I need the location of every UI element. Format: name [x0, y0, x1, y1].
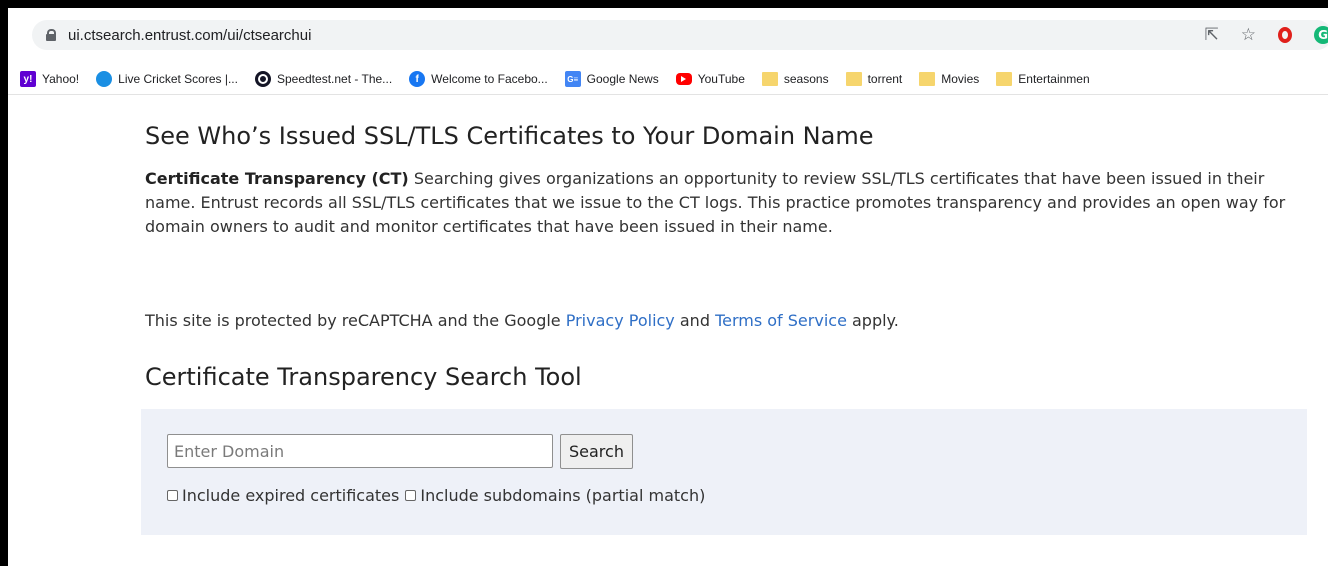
bookmark-star-icon[interactable]: ☆ — [1241, 25, 1256, 45]
bookmark-label: Speedtest.net - The... — [276, 72, 393, 86]
intro-bold: Certificate Transparency (CT) — [145, 169, 409, 188]
folder-icon — [845, 72, 862, 86]
tool-title: Certificate Transparency Search Tool — [145, 363, 582, 391]
bookmark-item[interactable]: seasons — [761, 72, 829, 86]
bookmark-item[interactable]: YouTube — [675, 72, 745, 86]
google-news-icon: G≡ — [564, 71, 581, 87]
bookmark-label: Yahoo! — [42, 72, 80, 86]
page-title: See Who’s Issued SSL/TLS Certificates to… — [145, 122, 874, 150]
expired-checkbox[interactable] — [167, 490, 178, 501]
search-button[interactable]: Search — [560, 434, 633, 469]
youtube-icon — [675, 73, 692, 85]
bookmark-label: Live Cricket Scores |... — [118, 72, 238, 86]
bookmark-item[interactable]: Live Cricket Scores |... — [96, 71, 238, 87]
subdomains-checkbox[interactable] — [405, 490, 417, 501]
grammarly-icon[interactable]: G — [1314, 26, 1328, 44]
bookmark-label: YouTube — [697, 72, 745, 86]
bookmark-label: Welcome to Facebo... — [431, 72, 548, 86]
facebook-icon: f — [409, 71, 426, 87]
lock-icon[interactable] — [46, 29, 56, 41]
recaptcha-notice: This site is protected by reCAPTCHA and … — [145, 309, 1295, 333]
expired-label[interactable]: Include expired certificates — [182, 486, 399, 505]
recaptcha-and: and — [674, 311, 716, 330]
domain-input[interactable] — [167, 434, 553, 468]
bookmark-label: torrent — [867, 72, 903, 86]
bookmark-item[interactable]: torrent — [845, 72, 903, 86]
search-options: Include expired certificates Include sub… — [167, 486, 711, 505]
bookmark-item[interactable]: Entertainmen — [996, 72, 1090, 86]
page-content: See Who’s Issued SSL/TLS Certificates to… — [8, 95, 1328, 566]
search-panel: Search Include expired certificates Incl… — [141, 409, 1307, 535]
address-bar-row: ui.ctsearch.entrust.com/ui/ctsearchui ⇱ … — [8, 8, 1328, 64]
cricket-icon — [96, 71, 113, 87]
bookmark-label: seasons — [783, 72, 829, 86]
subdomains-label[interactable]: Include subdomains (partial match) — [420, 486, 705, 505]
bookmark-label: Google News — [586, 72, 659, 86]
yahoo-icon: y! — [20, 71, 36, 87]
bookmark-item[interactable]: Speedtest.net - The... — [254, 71, 393, 87]
bookmark-label: Entertainmen — [1018, 72, 1090, 86]
recaptcha-suffix: apply. — [846, 311, 899, 330]
browser-window: ui.ctsearch.entrust.com/ui/ctsearchui ⇱ … — [8, 8, 1328, 566]
speedtest-icon — [254, 71, 271, 87]
bookmark-item[interactable]: G≡ Google News — [564, 71, 659, 87]
bookmark-label: Movies — [941, 72, 980, 86]
terms-of-service-link[interactable]: Terms of Service — [715, 311, 847, 330]
omnibox[interactable]: ui.ctsearch.entrust.com/ui/ctsearchui ⇱ … — [32, 20, 1328, 50]
bookmark-item[interactable]: f Welcome to Facebo... — [409, 71, 548, 87]
recaptcha-prefix: This site is protected by reCAPTCHA and … — [145, 311, 566, 330]
folder-icon — [761, 72, 778, 86]
intro-paragraph: Certificate Transparency (CT) Searching … — [145, 167, 1295, 239]
bookmark-item[interactable]: Movies — [919, 72, 979, 86]
privacy-policy-link[interactable]: Privacy Policy — [566, 311, 675, 330]
bookmark-item[interactable]: y! Yahoo! — [20, 71, 79, 87]
opera-icon[interactable] — [1278, 27, 1292, 43]
omnibox-actions: ⇱ ☆ G — [1205, 20, 1328, 50]
folder-icon — [996, 72, 1013, 86]
url-text[interactable]: ui.ctsearch.entrust.com/ui/ctsearchui — [68, 27, 311, 44]
bookmarks-bar: y! Yahoo! Live Cricket Scores |... Speedtes… — [8, 64, 1328, 95]
share-icon[interactable]: ⇱ — [1205, 25, 1219, 45]
folder-icon — [919, 72, 936, 86]
